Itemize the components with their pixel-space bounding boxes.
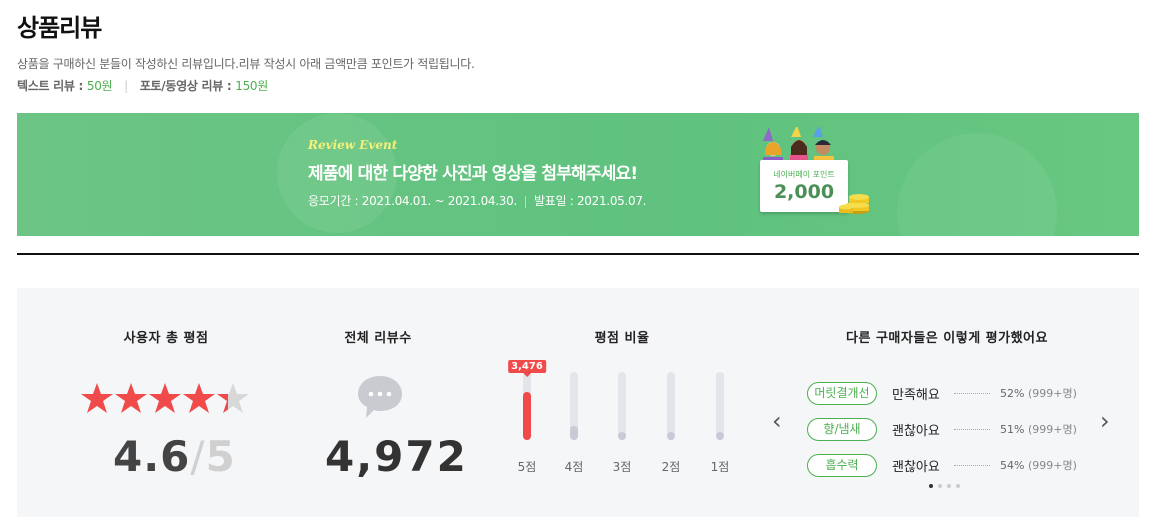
- banner-decoration: [897, 133, 1057, 236]
- review-summary: 사용자 총 평점 4.6/5 전체 리뷰수 4,972 평점 비율 3,476 …: [17, 288, 1139, 517]
- attribute-list: 머릿결개선 만족해요 52% (999+명) 향/냄새 괜찮아요 51% (99…: [807, 375, 1107, 483]
- attribute-tag[interactable]: 향/냄새: [807, 417, 877, 441]
- banner-announce-text: 발표일 : 2021.05.07.: [533, 194, 647, 208]
- attribute-percent: 52% (999+명): [1000, 385, 1077, 401]
- ratio-title: 평점 비율: [594, 331, 650, 346]
- banner-headline: 제품에 대한 다양한 사진과 영상을 첨부해주세요!: [308, 164, 638, 184]
- rating-bar-5: 3,476 5점: [507, 360, 547, 475]
- rating-bar-fill: [618, 432, 626, 440]
- rating-bar-count: 3,476: [508, 360, 546, 377]
- attribute-row: 향/냄새 괜찮아요 51% (999+명): [807, 411, 1107, 447]
- rating-bar-2: 2점: [651, 372, 691, 475]
- rating-score: 4.6/5: [113, 432, 236, 481]
- banner-period: 응모기간 : 2021.04.01. ~ 2021.04.30. 발표일 : 20…: [308, 192, 646, 209]
- rating-bar-track: [716, 372, 724, 440]
- rating-slash: /: [190, 432, 206, 481]
- attribute-value: 괜찮아요: [892, 423, 940, 439]
- attribute-dots: [954, 428, 990, 430]
- attribute-dots: [954, 392, 990, 394]
- point-card-title: 네이버페이 포인트: [773, 170, 835, 179]
- attribute-tag[interactable]: 머릿결개선: [807, 381, 877, 405]
- rating-title: 사용자 총 평점: [123, 331, 209, 346]
- points-separator: |: [124, 79, 128, 93]
- photo-review-value: 150원: [235, 79, 268, 93]
- carousel-pager: [929, 484, 960, 488]
- rating-bar-4: 4점: [554, 372, 594, 475]
- rating-bar-3: 3점: [602, 372, 642, 475]
- rating-bar-label: 1점: [710, 460, 730, 474]
- rating-bar-label: 3점: [612, 460, 632, 474]
- attribute-tag[interactable]: 흡수력: [807, 453, 877, 477]
- star-icon: [115, 383, 147, 413]
- banner-period-text: 응모기간 : 2021.04.01. ~ 2021.04.30.: [308, 194, 517, 208]
- rating-bar-fill: [716, 432, 724, 440]
- half-star-icon: [217, 383, 249, 413]
- rating-bar-1: 1점: [700, 372, 740, 475]
- page-title: 상품리뷰: [17, 14, 102, 42]
- rating-bar-track: 3,476: [508, 360, 546, 440]
- review-event-banner[interactable]: Review Event 제품에 대한 다양한 사진과 영상을 첨부해주세요! …: [17, 113, 1139, 236]
- total-title: 전체 리뷰수: [344, 331, 412, 346]
- attribute-percent-value: 51%: [1000, 423, 1025, 436]
- star-icon: [149, 383, 181, 413]
- total-review-count: 4,972: [325, 432, 468, 481]
- attribute-percent-value: 52%: [1000, 387, 1025, 400]
- rating-bar-label: 4점: [564, 460, 584, 474]
- pager-dot-active[interactable]: [929, 484, 933, 488]
- rating-stars: [81, 383, 249, 413]
- rating-value: 4.6: [113, 432, 191, 481]
- review-description: 상품을 구매하신 분들이 작성하신 리뷰입니다.리뷰 작성시 아래 금액만큼 포…: [17, 57, 475, 71]
- star-icon: [183, 383, 215, 413]
- rating-bar-fill: [667, 432, 675, 440]
- attribute-count: (999+명): [1027, 423, 1077, 436]
- rating-bar-track: [570, 372, 578, 440]
- attribute-value: 괜찮아요: [892, 459, 940, 475]
- coins-icon: [839, 194, 869, 214]
- others-title: 다른 구매자들은 이렇게 평가했어요: [846, 331, 1048, 346]
- banner-event-label: Review Event: [308, 138, 398, 152]
- rating-bar-fill: [523, 392, 531, 440]
- attribute-percent: 54% (999+명): [1000, 457, 1077, 473]
- text-review-value: 50원: [86, 79, 113, 93]
- attribute-row: 머릿결개선 만족해요 52% (999+명): [807, 375, 1107, 411]
- attribute-value: 만족해요: [892, 387, 940, 403]
- banner-period-separator: [524, 195, 526, 208]
- text-review-label: 텍스트 리뷰 :: [17, 79, 83, 93]
- pager-dot[interactable]: [956, 484, 960, 488]
- attribute-percent-value: 54%: [1000, 459, 1025, 472]
- rating-bar-fill: [570, 426, 578, 440]
- rating-bar-track: [618, 372, 626, 440]
- review-points-info: 텍스트 리뷰 : 50원 | 포토/동영상 리뷰 : 150원: [17, 77, 268, 94]
- pager-dot[interactable]: [938, 484, 942, 488]
- rating-max: 5: [205, 432, 236, 481]
- pager-dot[interactable]: [947, 484, 951, 488]
- rating-bar-label: 5점: [517, 460, 537, 474]
- section-divider: [17, 253, 1139, 255]
- rating-bar-track: [667, 372, 675, 440]
- photo-review-label: 포토/동영상 리뷰 :: [139, 79, 232, 93]
- speech-bubble-icon: [358, 376, 402, 418]
- attribute-row: 흡수력 괜찮아요 54% (999+명): [807, 447, 1107, 483]
- attribute-percent: 51% (999+명): [1000, 421, 1077, 437]
- attribute-count: (999+명): [1027, 459, 1077, 472]
- attribute-dots: [954, 464, 990, 466]
- star-icon: [81, 383, 113, 413]
- rating-bar-label: 2점: [661, 460, 681, 474]
- attribute-count: (999+명): [1027, 387, 1077, 400]
- chevron-left-icon[interactable]: ‹: [772, 407, 782, 435]
